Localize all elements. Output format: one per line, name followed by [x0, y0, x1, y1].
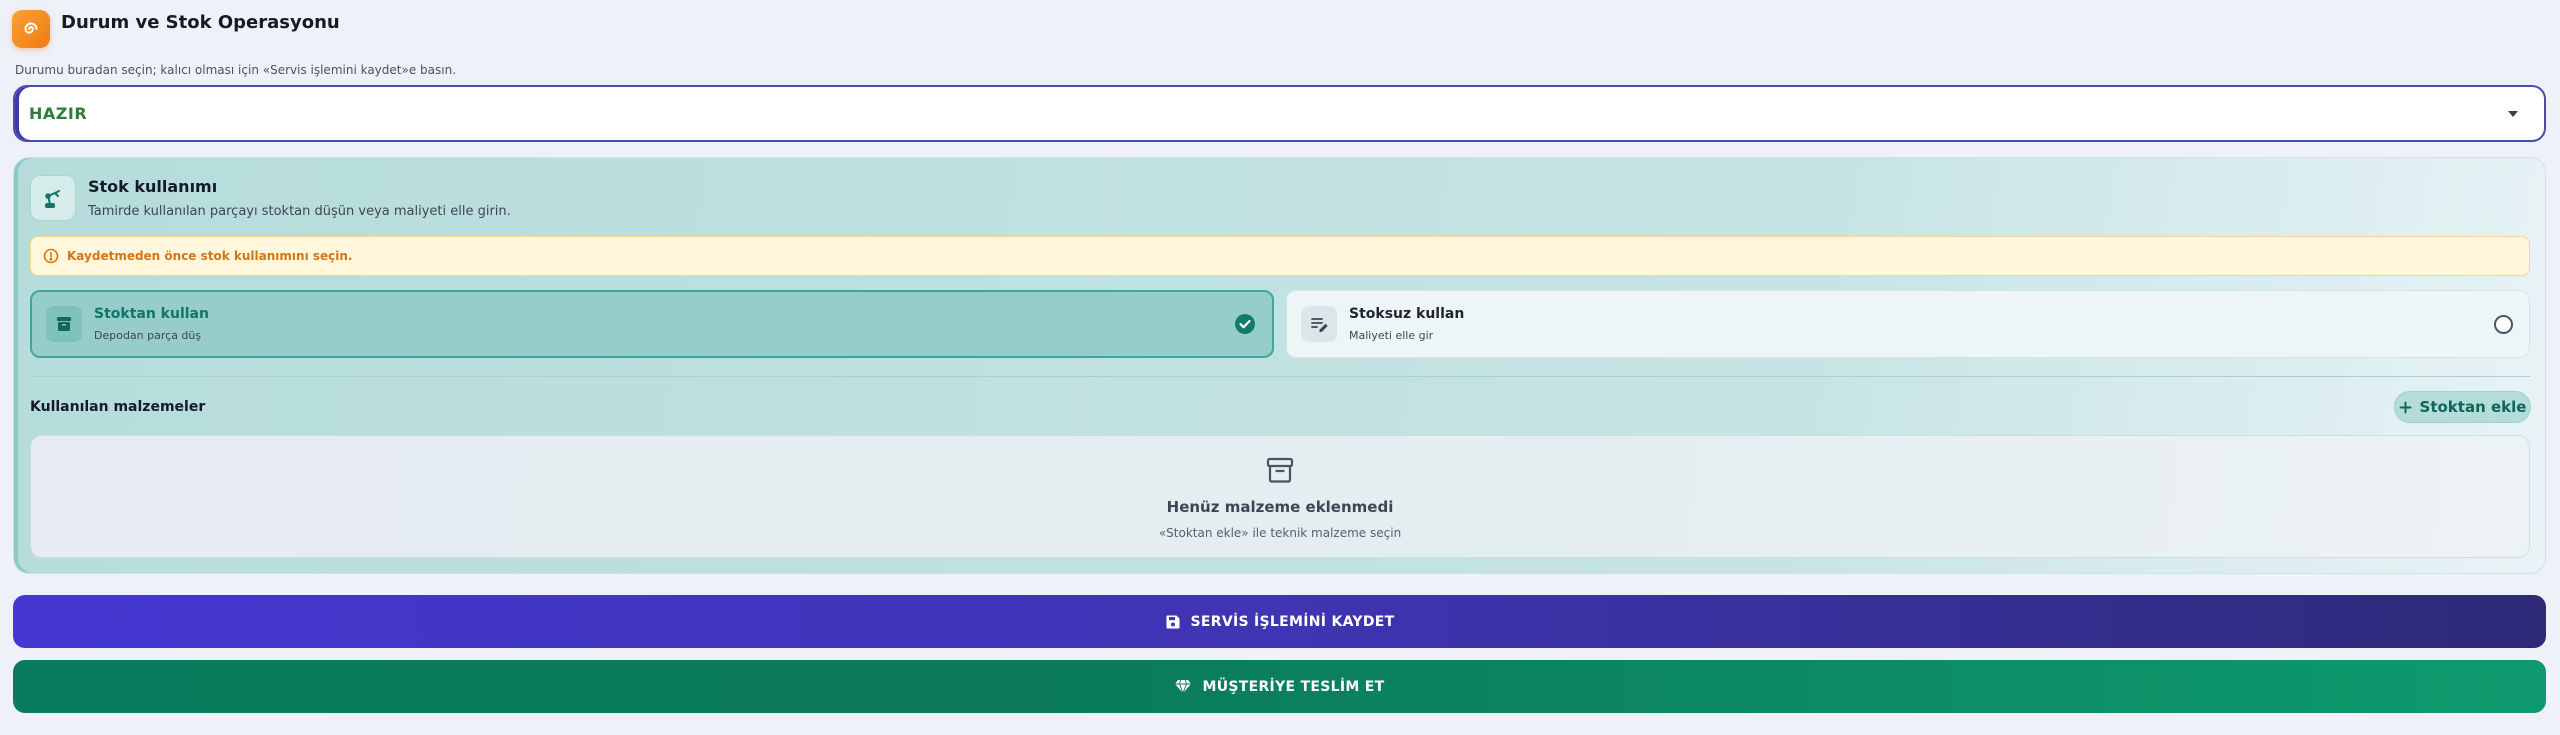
- option-title: Stoktan kullan: [94, 306, 209, 322]
- radio-unchecked-icon: [2494, 314, 2513, 334]
- option-use-from-stock[interactable]: Stoktan kullan Depodan parça düş: [30, 290, 1274, 358]
- robot-arm-icon: [45, 190, 60, 208]
- info-circle-icon: [43, 248, 59, 264]
- spiral-icon: [24, 22, 38, 34]
- empty-state-subtitle: «Stoktan ekle» ile teknik malzeme seçin: [1158, 526, 1402, 540]
- status-select[interactable]: HAZIR: [13, 85, 2546, 142]
- option-subtitle: Maliyeti elle gir: [1349, 329, 1434, 342]
- option-subtitle: Depodan parça düş: [94, 329, 202, 342]
- check-circle-icon: [1235, 314, 1255, 334]
- warning-text: Kaydetmeden önce stok kullanımını seçin.: [67, 249, 353, 263]
- option-icon-box: [46, 306, 82, 342]
- section-divider: [30, 376, 2530, 377]
- add-from-stock-button[interactable]: Stoktan ekle: [2394, 391, 2531, 423]
- archive-icon: [57, 317, 71, 331]
- option-use-without-stock[interactable]: Stoksuz kullan Maliyeti elle gir: [1286, 290, 2530, 358]
- stock-section-subtitle: Tamirde kullanılan parçayı stoktan düşün…: [88, 204, 511, 219]
- section-icon-box: [30, 175, 76, 221]
- save-disk-icon: [1166, 615, 1180, 628]
- empty-state-title: Henüz malzeme eklenmedi: [1166, 498, 1394, 516]
- add-from-stock-label: Stoktan ekle: [2419, 398, 2527, 416]
- materials-label: Kullanılan malzemeler: [30, 399, 206, 415]
- archive-box-icon: [1266, 457, 1294, 483]
- deliver-to-customer-label: MÜŞTERİYE TESLİM ET: [1202, 678, 1385, 695]
- stock-warning-banner: Kaydetmeden önce stok kullanımını seçin.: [30, 236, 2530, 276]
- stock-section-title: Stok kullanımı: [88, 177, 218, 196]
- stock-section-header: Stok kullanımı Tamirde kullanılan parçay…: [30, 175, 511, 221]
- status-select-value: HAZIR: [29, 104, 88, 123]
- edit-list-icon: [1311, 318, 1328, 332]
- caret-down-icon: [2508, 110, 2518, 117]
- diamond-icon: [1175, 679, 1192, 694]
- option-icon-box: [1301, 306, 1337, 342]
- plus-icon: [2399, 401, 2412, 413]
- page-title: Durum ve Stok Operasyonu: [61, 11, 340, 33]
- stock-usage-panel: Stok kullanımı Tamirde kullanılan parçay…: [13, 157, 2546, 574]
- option-title: Stoksuz kullan: [1349, 306, 1465, 322]
- save-service-label: SERVİS İŞLEMİNİ KAYDET: [1190, 613, 1395, 630]
- materials-empty-state: Henüz malzeme eklenmedi «Stoktan ekle» i…: [30, 435, 2530, 558]
- deliver-to-customer-button[interactable]: MÜŞTERİYE TESLİM ET: [13, 660, 2546, 713]
- page-header: Durum ve Stok Operasyonu: [12, 10, 340, 48]
- status-hint: Durumu buradan seçin; kalıcı olması için…: [15, 63, 457, 77]
- save-service-button[interactable]: SERVİS İŞLEMİNİ KAYDET: [13, 595, 2546, 648]
- app-logo: [12, 10, 50, 48]
